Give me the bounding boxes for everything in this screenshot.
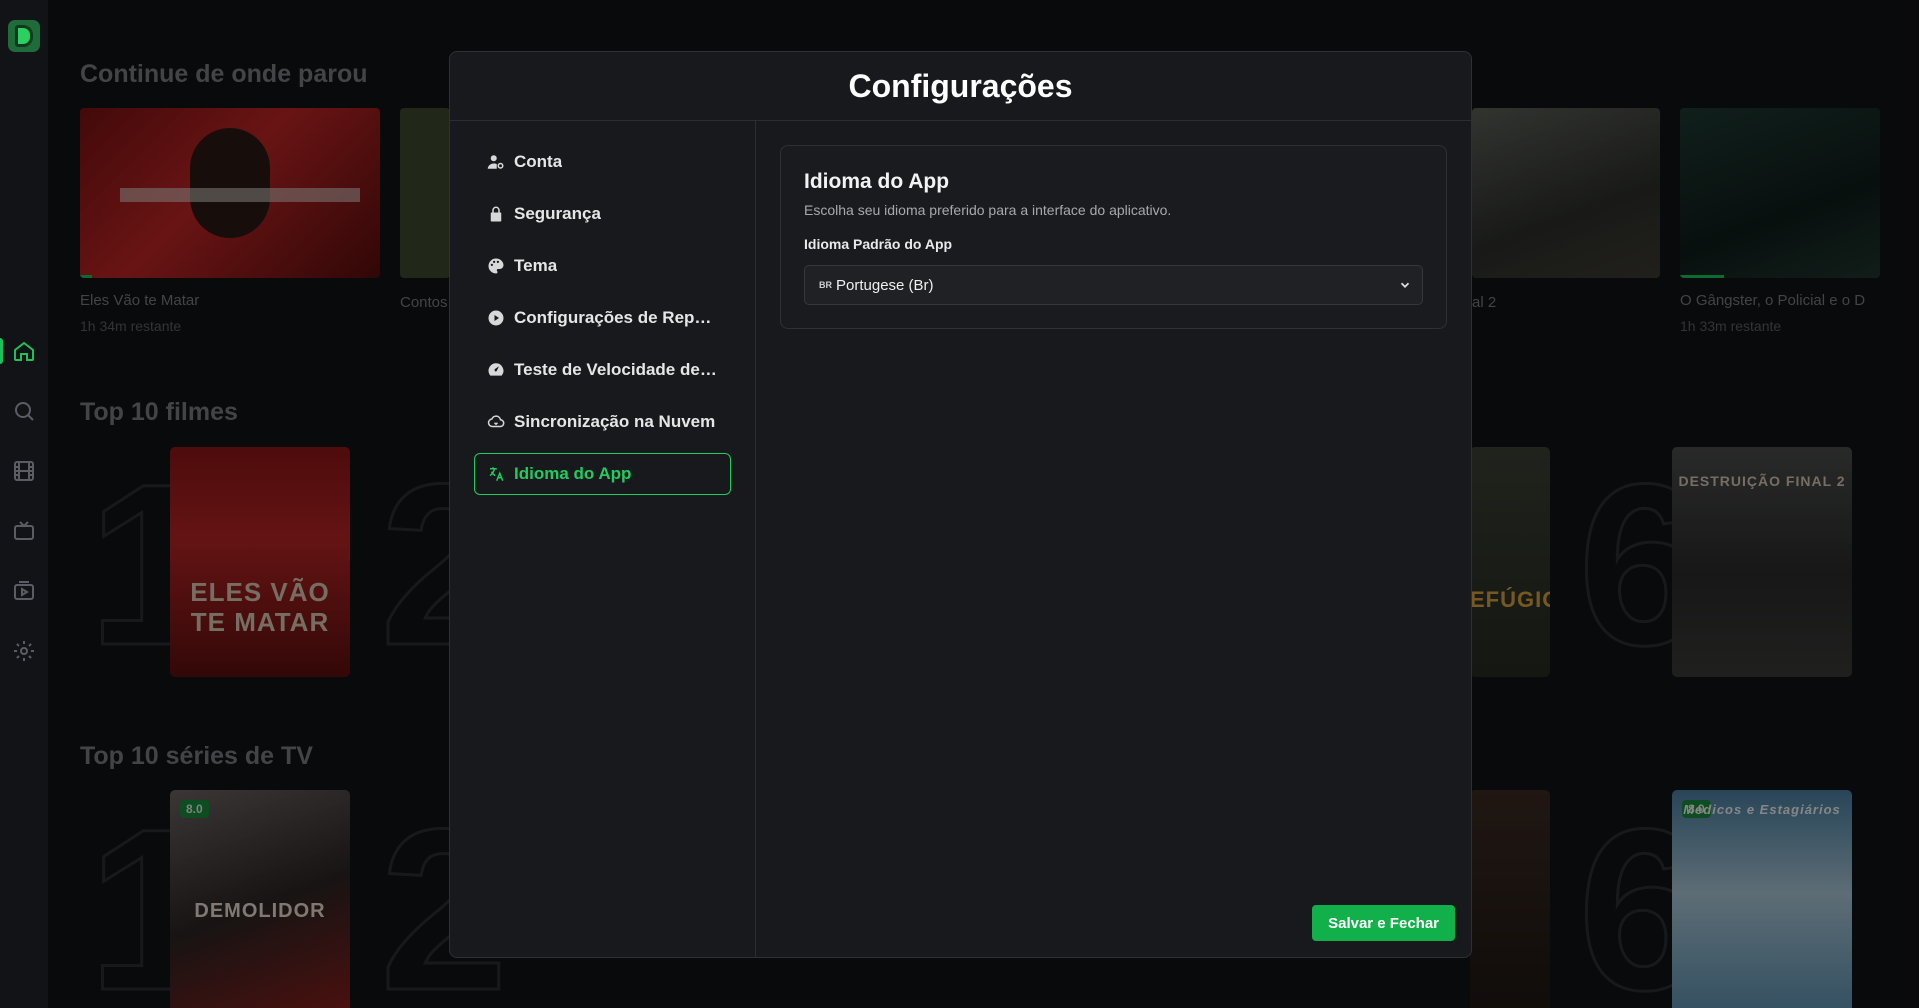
lock-icon (487, 205, 505, 223)
gear-icon[interactable] (12, 639, 36, 663)
sidebar-item-label: Configurações de Repro... (514, 308, 718, 327)
modal-header: Configurações (450, 52, 1471, 121)
language-field-label: Idioma Padrão do App (804, 236, 953, 252)
settings-sidebar: Conta Segurança Tema Configurações de Re… (450, 121, 756, 957)
search-icon[interactable] (12, 399, 36, 423)
sidebar-item-idioma[interactable]: Idioma do App (474, 453, 731, 495)
translate-icon (487, 465, 505, 483)
sidebar-item-tema[interactable]: Tema (474, 245, 731, 287)
language-select[interactable]: BR Portugese (Br) (804, 265, 1423, 305)
sidebar-item-velocidade[interactable]: Teste de Velocidade de I... (474, 349, 731, 391)
sidebar-item-label: Tema (514, 256, 558, 275)
sidebar-item-reproducao[interactable]: Configurações de Repro... (474, 297, 731, 339)
rail-active-indicator (0, 338, 3, 364)
user-cog-icon (487, 153, 505, 171)
app-root: Continue de onde parou Eles Vão te Matar… (0, 0, 1919, 1008)
language-card: Idioma do App Escolha seu idioma preferi… (780, 145, 1447, 329)
chevron-down-icon (1398, 278, 1412, 292)
play-circle-icon (487, 309, 505, 327)
panel-description: Escolha seu idioma preferido para a inte… (804, 202, 1172, 218)
sidebar-item-label: Teste de Velocidade de I... (514, 360, 718, 379)
cloud-sync-icon (487, 413, 505, 431)
app-logo[interactable] (8, 20, 40, 52)
speedometer-icon (487, 361, 505, 379)
modal-body: Conta Segurança Tema Configurações de Re… (450, 121, 1471, 957)
tv-icon[interactable] (12, 519, 36, 543)
home-icon[interactable] (12, 339, 36, 363)
left-nav-rail (0, 0, 48, 1008)
settings-content: Idioma do App Escolha seu idioma preferi… (756, 121, 1471, 957)
save-and-close-button[interactable]: Salvar e Fechar (1312, 905, 1455, 941)
sidebar-item-label: Segurança (514, 204, 601, 223)
sidebar-item-seguranca[interactable]: Segurança (474, 193, 731, 235)
language-select-value: Portugese (Br) (836, 276, 934, 294)
flag-badge: BR (819, 280, 832, 290)
film-icon[interactable] (12, 459, 36, 483)
modal-title: Configurações (848, 67, 1073, 104)
sidebar-item-sincronizacao[interactable]: Sincronização na Nuvem (474, 401, 731, 443)
sidebar-item-label: Conta (514, 152, 563, 171)
sidebar-item-label: Idioma do App (514, 464, 632, 483)
palette-icon (487, 257, 505, 275)
panel-title: Idioma do App (804, 170, 950, 193)
play-icon[interactable] (12, 579, 36, 603)
settings-modal: Configurações Conta Segurança Tema Confi… (449, 51, 1472, 958)
sidebar-item-conta[interactable]: Conta (474, 141, 731, 183)
sidebar-item-label: Sincronização na Nuvem (514, 412, 716, 431)
